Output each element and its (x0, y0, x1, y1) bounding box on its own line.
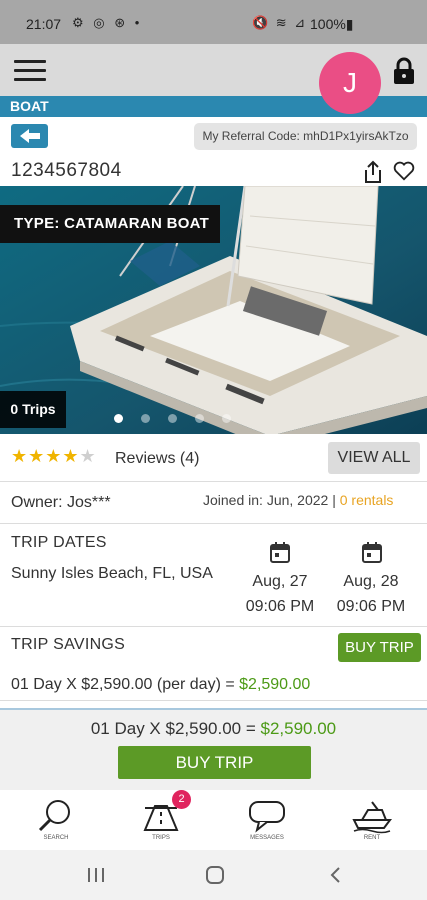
divider (0, 626, 427, 627)
status-system-icons: 🔇 ≋ ⊿ (252, 15, 308, 30)
home-icon[interactable] (205, 866, 225, 884)
price-formula: 01 Day X $2,590.00 (per day) = (11, 676, 240, 693)
start-time[interactable]: 09:06 PM (235, 596, 325, 617)
nav-rent[interactable]: RENT (342, 790, 402, 850)
empty-star: ★ (79, 446, 97, 466)
trip-savings-heading: TRIP SAVINGS (11, 636, 126, 653)
system-navigation-bar (0, 850, 427, 900)
calendar-icon[interactable] (362, 541, 382, 563)
recent-apps-icon[interactable] (86, 866, 106, 884)
end-date[interactable]: Aug, 28 (326, 571, 416, 592)
owner-name: Owner: Jos*** (11, 494, 111, 511)
joined-date: Joined in: Jun, 2022 | (203, 492, 340, 508)
share-icon[interactable] (362, 160, 384, 184)
nav-search[interactable]: SEARCH (26, 790, 86, 850)
status-notification-icons: ⚙ ◎ ⊛ • (72, 15, 143, 30)
bottom-nav: SEARCH TRIPS MESSAGES RENT (0, 790, 427, 850)
view-all-button[interactable]: VIEW ALL (328, 442, 420, 474)
filled-stars: ★★★★ (11, 446, 80, 466)
reviews-count[interactable]: Reviews (4) (115, 450, 199, 468)
end-time[interactable]: 09:06 PM (326, 596, 416, 617)
carousel-dot[interactable] (141, 414, 150, 423)
carousel-dot-active[interactable] (114, 414, 123, 423)
lock-icon[interactable] (390, 56, 418, 86)
heart-icon[interactable] (393, 160, 415, 182)
trips-count-badge: 0 Trips (0, 391, 66, 428)
nav-search-label: SEARCH (43, 835, 69, 841)
trips-notification-badge: 2 (172, 790, 191, 809)
buy-trip-button[interactable]: BUY TRIP (338, 633, 421, 662)
rentals-link[interactable]: 0 rentals (340, 492, 394, 508)
nav-trips-label: TRIPS (152, 835, 170, 841)
status-time: 21:07 (26, 16, 62, 32)
battery-indicator: 100%▮ (310, 16, 354, 32)
footer-price-formula: 01 Day X $2,590.00 = (90, 719, 261, 738)
carousel-dots[interactable] (114, 414, 244, 424)
nav-messages[interactable]: MESSAGES (237, 790, 297, 850)
trip-dates-heading: TRIP DATES (11, 534, 107, 551)
nav-messages-label: MESSAGES (250, 835, 284, 841)
divider (0, 700, 427, 701)
price-total: $2,590.00 (239, 676, 311, 693)
trip-location: Sunny Isles Beach, FL, USA (11, 565, 213, 582)
messages-icon (249, 801, 285, 833)
carousel-dot[interactable] (222, 414, 231, 423)
owner-joined: Joined in: Jun, 2022 | 0 rentals (203, 492, 393, 508)
price-calculation: 01 Day X $2,590.00 (per day) = $2,590.00 (11, 676, 310, 694)
footer-price-total: $2,590.00 (260, 719, 337, 738)
star-rating: ★★★★★ (11, 446, 97, 467)
search-icon (38, 800, 70, 832)
avatar[interactable]: J (319, 52, 381, 114)
carousel-dot[interactable] (168, 414, 177, 423)
footer-price-calculation: 01 Day X $2,590.00 = $2,590.00 (0, 719, 427, 739)
boat-type-badge: TYPE: CATAMARAN BOAT (0, 205, 220, 243)
arrow-left-icon (19, 129, 40, 143)
calendar-icon[interactable] (270, 541, 290, 563)
divider (0, 523, 427, 524)
status-bar: 21:07 ⚙ ◎ ⊛ • 🔇 ≋ ⊿ 100%▮ (0, 0, 427, 44)
carousel-dot[interactable] (195, 414, 204, 423)
start-date[interactable]: Aug, 27 (235, 571, 325, 592)
menu-icon[interactable] (14, 60, 46, 82)
back-button[interactable] (11, 124, 48, 148)
back-nav-icon[interactable] (328, 866, 342, 884)
buy-trip-main-button[interactable]: BUY TRIP (118, 746, 311, 779)
nav-rent-label: RENT (363, 835, 381, 841)
referral-code[interactable]: My Referral Code: mhD1Px1yirsAkTzo (194, 123, 417, 150)
boat-id: 1234567804 (11, 160, 122, 181)
boat-icon (352, 801, 392, 834)
